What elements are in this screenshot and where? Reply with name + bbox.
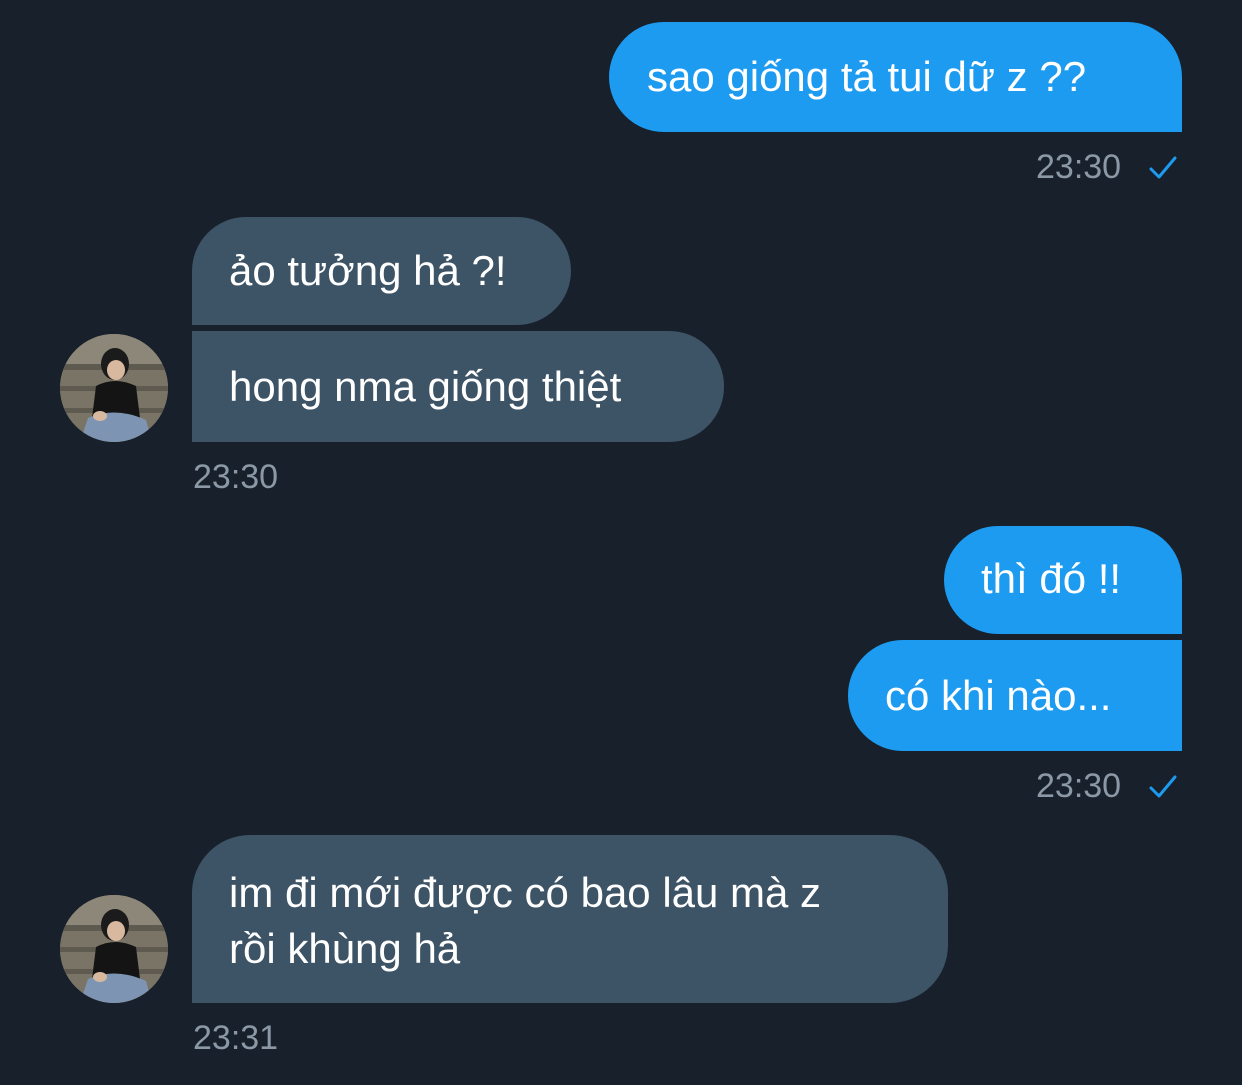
avatar[interactable] xyxy=(60,895,168,1003)
message-text-line: rồi khùng hả xyxy=(229,925,461,972)
avatar-photo xyxy=(60,895,168,1003)
message-bubble-incoming[interactable]: hong nma giống thiệt xyxy=(192,331,724,442)
message-text-line: im đi mới được có bao lâu mà z xyxy=(229,869,822,916)
avatar-photo xyxy=(60,334,168,442)
message-text: có khi nào... xyxy=(885,672,1112,719)
message-text: sao giống tả tui dữ z ?? xyxy=(647,53,1087,100)
message-bubble-outgoing[interactable]: thì đó !! xyxy=(944,526,1182,634)
check-icon xyxy=(1149,775,1177,798)
message-bubble-outgoing[interactable]: có khi nào... xyxy=(848,640,1182,751)
message-bubble-incoming[interactable]: ảo tưởng hả ?! xyxy=(192,217,571,325)
message-bubble-incoming[interactable]: im đi mới được có bao lâu mà z rồi khùng… xyxy=(192,835,948,1003)
check-icon xyxy=(1149,156,1177,179)
avatar[interactable] xyxy=(60,334,168,442)
message-text: ảo tưởng hả ?! xyxy=(229,247,507,294)
message-timestamp: 23:30 xyxy=(1036,148,1122,186)
message-timestamp: 23:31 xyxy=(193,1019,279,1057)
message-timestamp: 23:30 xyxy=(193,458,279,496)
message-bubble-outgoing[interactable]: sao giống tả tui dữ z ?? xyxy=(609,22,1182,132)
message-text: hong nma giống thiệt xyxy=(229,363,622,410)
message-timestamp: 23:30 xyxy=(1036,767,1122,805)
message-text: thì đó !! xyxy=(981,555,1122,602)
